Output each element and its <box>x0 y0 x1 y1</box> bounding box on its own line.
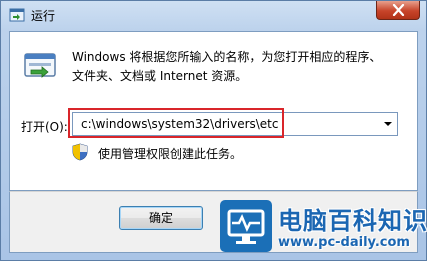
open-label: 打开(O): <box>21 120 68 134</box>
title-bar[interactable]: 运行 <box>1 1 426 29</box>
monitor-icon <box>227 209 265 244</box>
run-icon <box>9 8 25 22</box>
ok-button[interactable]: 确定 <box>119 206 203 230</box>
window-title: 运行 <box>31 9 56 23</box>
dialog-body: Windows 将根据您所输入的名称，为您打开相应的程序、 文件夹、文档或 In… <box>9 31 418 191</box>
description-line-2: 文件夹、文档或 Internet 资源。 <box>72 69 248 83</box>
close-icon <box>392 4 405 16</box>
uac-shield-icon <box>72 143 88 161</box>
highlight-box <box>68 108 284 138</box>
chevron-down-icon[interactable] <box>383 120 393 128</box>
watermark-url: www.pc-daily.com <box>278 235 410 250</box>
description-line-1: Windows 将根据您所输入的名称，为您打开相应的程序、 <box>72 50 382 64</box>
run-program-icon <box>24 53 56 78</box>
admin-note: 使用管理权限创建此任务。 <box>98 147 243 161</box>
description-text: Windows 将根据您所输入的名称，为您打开相应的程序、 文件夹、文档或 In… <box>72 48 402 86</box>
close-button[interactable] <box>376 1 420 20</box>
watermark-title: 电脑百科知识 <box>278 207 427 235</box>
watermark: 电脑百科知识 www.pc-daily.com <box>216 197 427 261</box>
watermark-logo <box>220 200 272 252</box>
